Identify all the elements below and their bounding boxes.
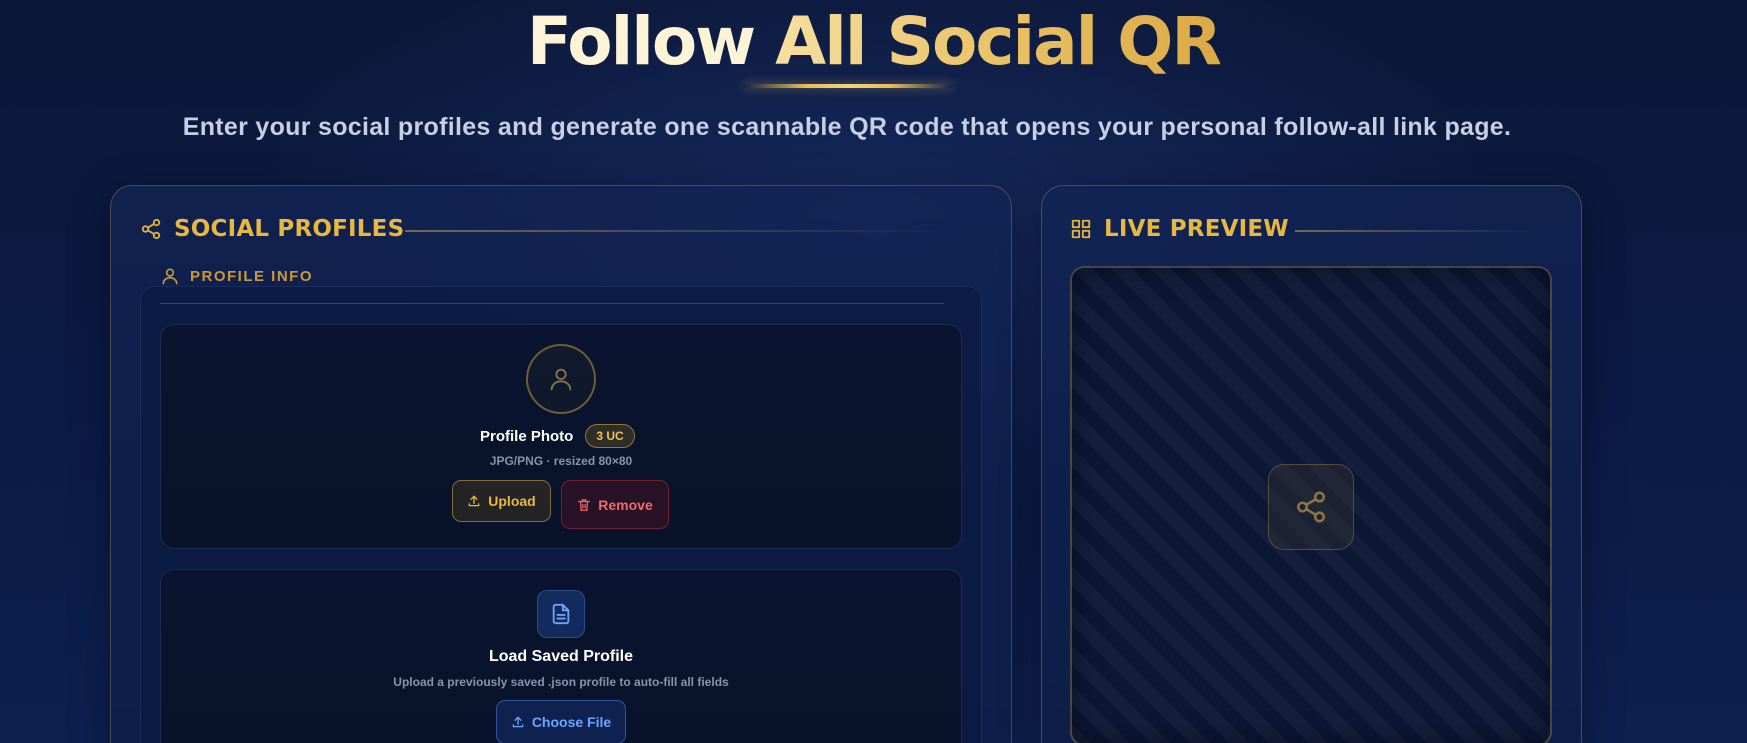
live-preview-header: LIVE PREVIEW (1070, 216, 1289, 242)
page-title-part2: All Social QR (775, 0, 1222, 84)
profile-photo-title: Profile Photo (480, 427, 574, 445)
cost-badge: 3 UC (585, 424, 635, 448)
profile-info-label: PROFILE INFO (190, 267, 313, 285)
title-underline (743, 84, 953, 88)
header-rule (405, 230, 945, 232)
document-icon (537, 590, 585, 638)
profile-info-tab[interactable]: PROFILE INFO (160, 266, 313, 286)
page-title: Follow All Social QR (0, 0, 1747, 84)
profile-photo-row: Profile Photo 3 UC (480, 423, 635, 449)
live-preview-title: LIVE PREVIEW (1104, 216, 1289, 242)
upload-icon (468, 495, 480, 507)
choose-file-label: Choose File (531, 714, 612, 730)
social-profiles-header: SOCIAL PROFILES (140, 216, 404, 242)
avatar[interactable] (526, 344, 596, 414)
page-subtitle: Enter your social profiles and generate … (182, 113, 1512, 141)
load-profile-hint: Upload a previously saved .json profile … (393, 675, 729, 689)
header-rule (1295, 230, 1535, 232)
upload-photo-label: Upload (488, 493, 536, 509)
load-profile-title: Load Saved Profile (488, 648, 634, 665)
profile-photo-hint: JPG/PNG · resized 80×80 (489, 454, 633, 468)
choose-file-button[interactable]: Choose File (496, 700, 626, 743)
section-divider (160, 303, 944, 304)
user-icon (162, 268, 178, 285)
preview-placeholder (1268, 464, 1354, 550)
page-title-part1: Follow (526, 3, 756, 80)
upload-icon (512, 716, 524, 728)
trash-icon (578, 498, 591, 511)
grid-icon (1071, 219, 1091, 239)
remove-photo-label: Remove (598, 496, 653, 513)
share-icon (141, 218, 161, 240)
user-icon (550, 368, 572, 391)
upload-photo-button[interactable]: Upload (452, 480, 551, 522)
share-icon (1296, 491, 1326, 523)
remove-photo-button[interactable]: Remove (561, 480, 669, 529)
social-profiles-title: SOCIAL PROFILES (174, 216, 405, 242)
